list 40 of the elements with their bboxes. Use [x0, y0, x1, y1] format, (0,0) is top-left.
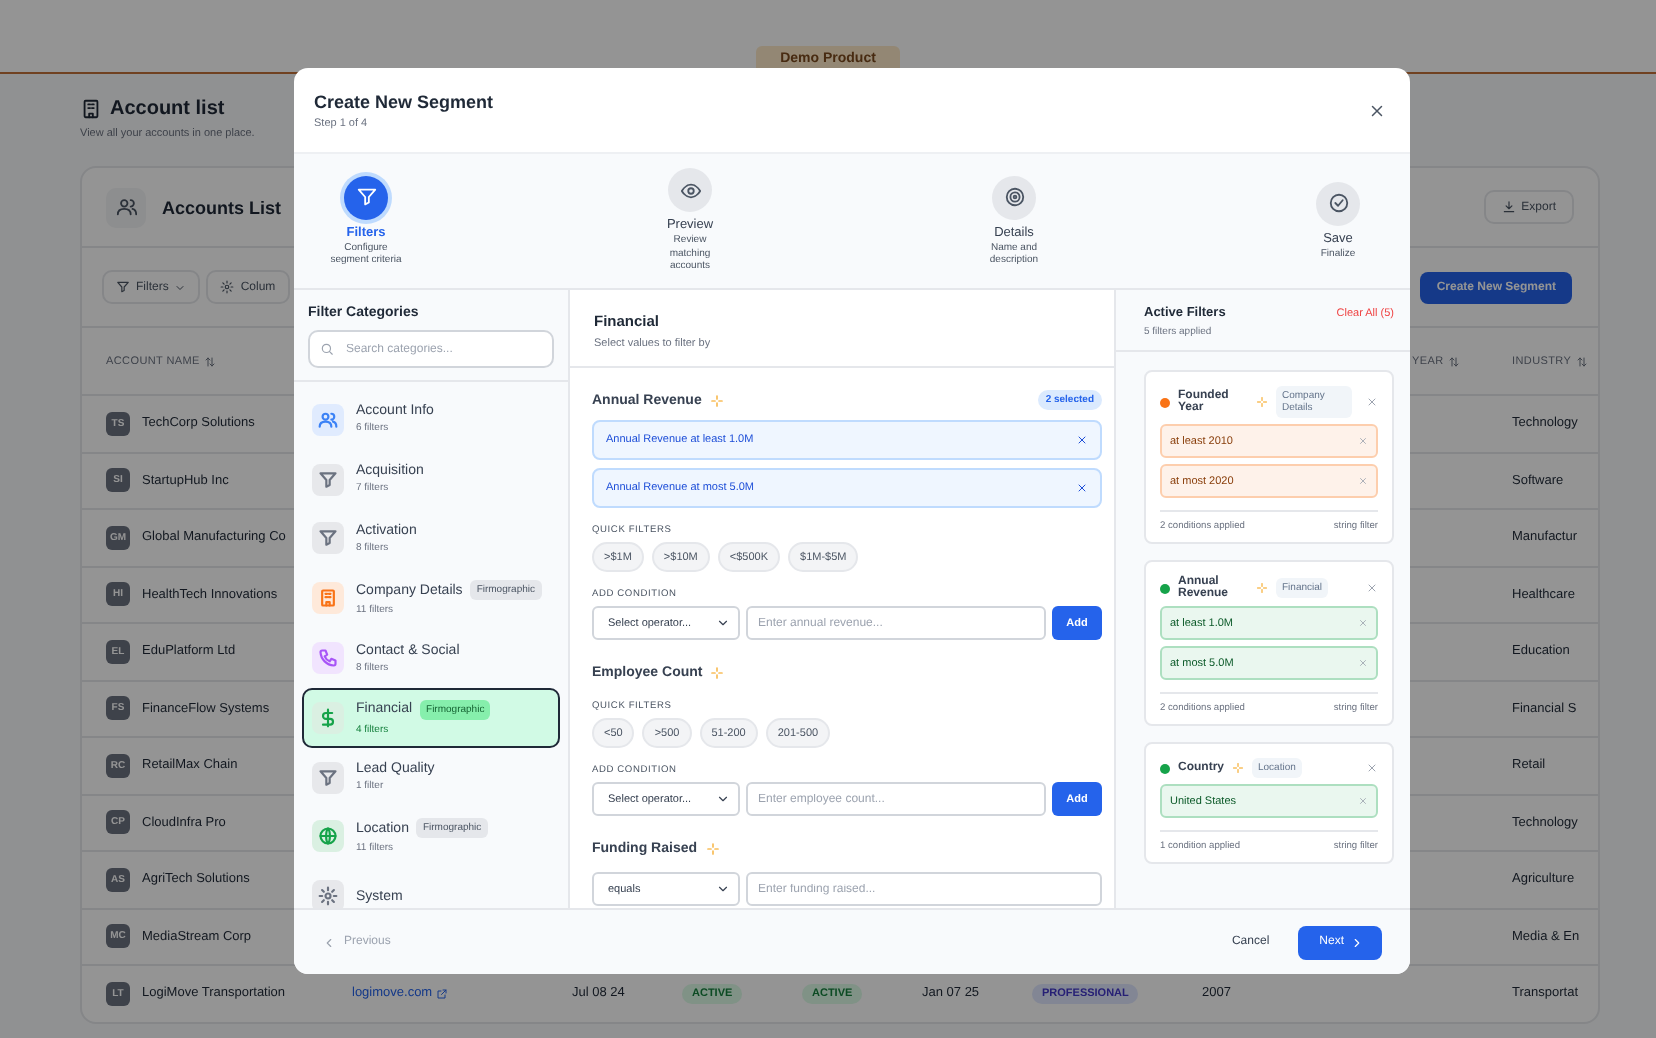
filter-icon: [116, 280, 130, 294]
chevron-down-icon: [174, 281, 187, 293]
step-indicator[interactable]: [344, 175, 388, 219]
gear-icon: [220, 280, 235, 294]
target-icon: [1003, 186, 1025, 208]
page-title: Account list: [110, 98, 225, 120]
chevron-down-icon: [716, 616, 730, 630]
eye-icon: [679, 179, 701, 202]
dialog-title: Create New Segment: [314, 91, 494, 111]
remove-button[interactable]: [1076, 482, 1088, 494]
download-icon: [1501, 200, 1516, 214]
close-icon: [1358, 436, 1368, 446]
close-icon: [1366, 582, 1378, 594]
close-icon: [1358, 476, 1368, 486]
users-glyph: [115, 196, 137, 218]
sort-icon: [1575, 355, 1588, 367]
check-circle-icon: [1327, 192, 1349, 215]
external-link-icon: [436, 987, 449, 1000]
close-icon: [1358, 618, 1368, 628]
close-icon: [1366, 396, 1378, 408]
building-icon: [80, 98, 102, 120]
chevron-down-icon: [716, 792, 730, 806]
card-title: Accounts List: [162, 197, 282, 217]
close-icon: [1358, 658, 1368, 668]
step-indicator[interactable]: [668, 168, 712, 213]
close-icon: [1076, 482, 1088, 494]
remove-button[interactable]: [1076, 434, 1088, 446]
chevron-down-icon: [716, 882, 730, 896]
sort-icon: [203, 355, 216, 367]
chevron-right-icon: [1350, 935, 1364, 949]
sort-icon: [1447, 355, 1460, 367]
search-icon: [320, 342, 334, 356]
close-icon: [1076, 434, 1088, 446]
close-icon: [1366, 762, 1378, 774]
step-indicator[interactable]: [992, 175, 1036, 219]
close-icon: [1367, 101, 1385, 119]
filter-icon: [355, 186, 377, 208]
close-icon: [1358, 796, 1368, 806]
chevron-left-icon: [322, 935, 336, 949]
step-indicator[interactable]: [1316, 181, 1360, 226]
